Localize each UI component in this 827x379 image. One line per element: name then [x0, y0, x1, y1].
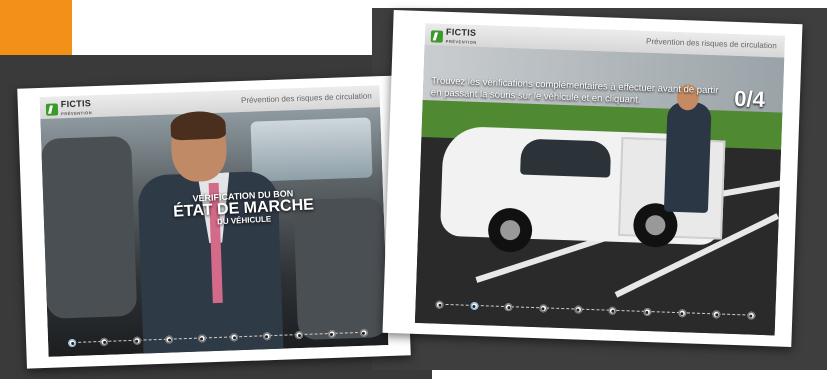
fictis-logo-icon	[430, 30, 444, 43]
progress-dot[interactable]	[327, 329, 336, 339]
header-title: Prévention des risques de circulation	[240, 91, 372, 105]
progress-dot[interactable]	[435, 300, 444, 309]
driver-hair	[170, 110, 227, 141]
fictis-logo: FICTIS PRÉVENTION	[45, 98, 93, 119]
screenshot-card-right: FICTIS PRÉVENTION Prévention des risques…	[382, 9, 803, 348]
progress-dot[interactable]	[262, 332, 271, 341]
left-screen: FICTIS PRÉVENTION Prévention des risques…	[39, 85, 389, 357]
progress-dot[interactable]	[100, 337, 109, 347]
progress-dot[interactable]	[504, 303, 513, 312]
car-seat	[40, 135, 138, 319]
progress-dot[interactable]	[573, 305, 583, 314]
progress-dot[interactable]	[677, 309, 687, 318]
car-interior-scene: VÉRIFICATION DU BON ÉTAT DE MARCHE DU VÉ…	[40, 107, 389, 357]
driver-figure	[663, 101, 712, 214]
progress-dot[interactable]	[608, 306, 617, 315]
progress-dot[interactable]	[539, 304, 548, 313]
car-window	[250, 117, 373, 182]
progress-dot[interactable]	[68, 338, 77, 348]
progress-dot[interactable]	[747, 311, 756, 320]
fictis-logo: FICTIS PRÉVENTION	[430, 27, 478, 47]
progress-dot[interactable]	[132, 336, 142, 345]
screenshot-card-left: FICTIS PRÉVENTION Prévention des risques…	[17, 75, 411, 369]
header-title: Prévention des risques de circulation	[645, 36, 777, 51]
fictis-logo-icon	[45, 103, 59, 116]
progress-dot[interactable]	[165, 335, 174, 344]
progress-dot[interactable]	[294, 330, 304, 340]
progress-dot[interactable]	[359, 328, 369, 337]
progress-dot[interactable]	[230, 333, 239, 342]
found-counter: 0/4	[733, 85, 766, 112]
progress-dot[interactable]	[712, 310, 721, 319]
progress-dot[interactable]	[469, 301, 479, 311]
right-screen: FICTIS PRÉVENTION Prévention des risques…	[414, 23, 786, 336]
parking-lot-scene: Trouvez les vérifications complémentaire…	[414, 45, 786, 336]
progress-dot[interactable]	[197, 334, 206, 343]
car-windshield[interactable]	[520, 138, 612, 178]
progress-dot[interactable]	[643, 307, 652, 317]
